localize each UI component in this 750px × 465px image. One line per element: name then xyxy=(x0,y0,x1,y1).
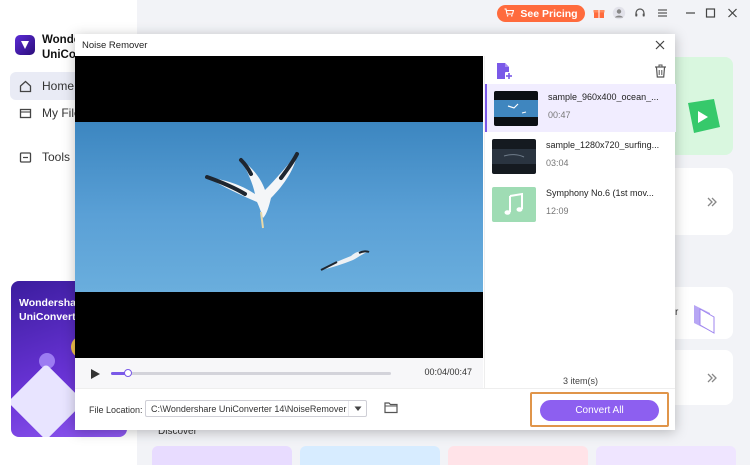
see-pricing-label: See Pricing xyxy=(520,7,578,20)
playback-progress-slider[interactable] xyxy=(111,369,391,377)
file-name: sample_1280x720_surfing... xyxy=(546,140,660,150)
file-list-item[interactable]: sample_1280x720_surfing... 03:04 xyxy=(485,132,676,180)
convert-all-highlight: Convert All xyxy=(530,392,669,427)
add-file-icon[interactable] xyxy=(495,62,513,80)
video-feature-icon xyxy=(688,99,720,133)
chevron-down-icon[interactable] xyxy=(348,401,366,416)
seabird-scene xyxy=(205,152,370,271)
maximize-icon[interactable] xyxy=(702,5,718,21)
cart-icon xyxy=(504,8,515,19)
file-location-select[interactable]: C:\Wondershare UniConverter 14\NoiseRemo… xyxy=(145,400,367,417)
file-icon xyxy=(18,106,32,120)
user-icon[interactable] xyxy=(611,5,627,21)
player-controls: 00:04/00:47 xyxy=(75,358,483,388)
file-list: sample_960x400_ocean_... 00:47 sample_12… xyxy=(485,84,676,228)
app-logo-icon xyxy=(15,35,35,55)
see-pricing-button[interactable]: See Pricing xyxy=(497,5,585,22)
home-icon xyxy=(18,79,32,93)
discover-thumbnail[interactable] xyxy=(300,446,440,465)
dialog-footer: File Location: C:\Wondershare UniConvert… xyxy=(75,388,675,430)
background-card-text: r xyxy=(675,307,679,318)
file-name: Symphony No.6 (1st mov... xyxy=(546,188,654,198)
playback-time: 00:04/00:47 xyxy=(424,367,472,377)
discover-thumbnail[interactable] xyxy=(596,446,736,465)
noise-remover-dialog: Noise Remover 00:04/00:47 sample_960x400… xyxy=(75,34,676,430)
file-list-item[interactable]: Symphony No.6 (1st mov... 12:09 xyxy=(485,180,676,228)
minimize-icon[interactable] xyxy=(682,5,698,21)
headset-icon[interactable] xyxy=(632,5,648,21)
discover-thumbnail[interactable] xyxy=(152,446,292,465)
sidebar-item-label: Home xyxy=(42,79,75,93)
video-frame xyxy=(75,122,483,292)
close-icon[interactable] xyxy=(724,5,740,21)
file-list-item[interactable]: sample_960x400_ocean_... 00:47 xyxy=(485,84,676,132)
file-location-value: C:\Wondershare UniConverter 14\NoiseRemo… xyxy=(151,404,347,414)
video-thumbnail xyxy=(492,139,536,174)
file-duration: 00:47 xyxy=(548,110,571,120)
convert-all-button[interactable]: Convert All xyxy=(540,400,659,421)
file-list-panel: sample_960x400_ocean_... 00:47 sample_12… xyxy=(484,56,676,388)
tools-icon xyxy=(18,150,32,164)
item-count: 3 item(s) xyxy=(562,376,598,386)
discover-thumbnail[interactable] xyxy=(448,446,588,465)
music-icon xyxy=(492,187,536,222)
promo-decoration xyxy=(11,363,85,437)
menu-icon[interactable] xyxy=(654,5,670,21)
file-location-label: File Location: xyxy=(89,405,143,415)
file-duration: 12:09 xyxy=(546,206,569,216)
trash-icon[interactable] xyxy=(654,64,667,78)
gift-icon[interactable] xyxy=(591,5,607,21)
folder-icon[interactable] xyxy=(384,401,398,414)
video-preview[interactable] xyxy=(75,56,483,358)
progress-handle[interactable] xyxy=(124,369,132,377)
video-thumbnail xyxy=(494,91,538,126)
chevron-double-right-icon xyxy=(707,373,717,383)
chevron-double-right-icon xyxy=(707,197,717,207)
file-name: sample_960x400_ocean_... xyxy=(548,92,659,102)
audio-feature-icon xyxy=(694,305,715,334)
close-icon[interactable] xyxy=(653,38,667,52)
dialog-title: Noise Remover xyxy=(82,40,148,51)
play-icon[interactable] xyxy=(89,367,101,379)
file-duration: 03:04 xyxy=(546,158,569,168)
sidebar-item-label: Tools xyxy=(42,150,71,164)
